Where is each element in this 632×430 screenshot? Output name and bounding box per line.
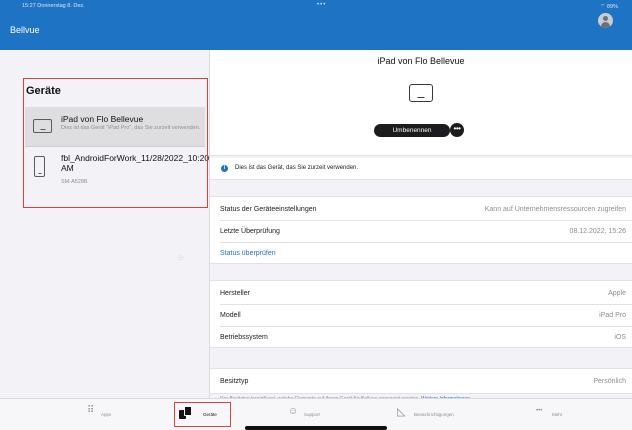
hardware-row-manufacturer: Hersteller Apple [210, 283, 632, 305]
tab-label: Benachrichtigungen [414, 412, 454, 417]
tablet-icon [409, 84, 433, 102]
multitasking-dots[interactable]: ••• [317, 2, 326, 8]
row-value: iOS [614, 334, 626, 341]
hardware-row-os: Betriebssystem iOS [210, 327, 632, 349]
device-list-item-ipad[interactable]: iPad von Flo Bellevue Dies ist das Gerät… [25, 107, 205, 146]
drag-handle-icon[interactable]: ⁘ [177, 253, 185, 264]
tab-label: Geräte [203, 412, 217, 417]
devices-icon [179, 406, 192, 419]
more-icon: ••• [536, 408, 543, 414]
hardware-group: Hersteller Apple Modell iPad Pro Betrieb… [210, 280, 632, 348]
row-label: Hersteller [220, 290, 250, 297]
device-detail-header: iPad von Flo Bellevue Umbenennen ••• [210, 50, 632, 156]
detail-header-bar [210, 12, 632, 50]
app-title: Bellvue [10, 25, 40, 35]
row-value: Apple [608, 290, 626, 297]
notifications-icon: ◺ [397, 406, 406, 418]
tab-apps[interactable]: ⠿ Apps [87, 399, 127, 427]
row-value: Persönlich [593, 378, 626, 385]
device-name: iPad von Flo Bellevue [61, 114, 144, 124]
info-icon: i [221, 165, 228, 172]
battery-indicator: ⌔ 89% [600, 3, 618, 10]
tab-support[interactable]: ☺ Support [288, 399, 338, 427]
rename-button[interactable]: Umbenennen [374, 124, 450, 137]
devices-section-title: Geräte [26, 85, 61, 97]
check-status-row[interactable]: Status überprüfen [210, 243, 632, 265]
device-model: SM-A528B [61, 179, 88, 185]
profile-avatar-icon[interactable] [598, 13, 613, 28]
apps-grid-icon: ⠿ [87, 405, 95, 416]
row-value: iPad Pro [599, 312, 626, 319]
device-detail-pane: iPad von Flo Bellevue Umbenennen ••• i D… [210, 50, 632, 402]
row-value: Kann auf Unternehmensressourcen zugreife… [484, 206, 626, 213]
tab-devices[interactable]: Geräte [179, 399, 229, 427]
ownership-group: Besitztyp Persönlich [210, 368, 632, 394]
tab-label: Apps [101, 412, 112, 417]
ownership-row: Besitztyp Persönlich [210, 371, 632, 393]
device-list-item-android[interactable]: fbl_AndroidForWork_11/28/2022_10:20 AM S… [25, 147, 210, 191]
tab-label: Mehr [552, 412, 563, 417]
support-icon: ☺ [288, 406, 299, 417]
row-label: Letzte Überprüfung [220, 228, 280, 235]
status-bar: 15:27 Donnerstag 8. Dez. ••• ⌔ 89% [0, 0, 632, 12]
wifi-icon: ⌔ [600, 4, 607, 10]
phone-icon [34, 156, 45, 177]
tablet-icon [33, 119, 52, 133]
device-detail-title: iPad von Flo Bellevue [377, 56, 465, 66]
status-group: Status der Geräteeinstellungen Kann auf … [210, 196, 632, 264]
device-description: Dies ist das Gerät "iPad Pro", das Sie z… [61, 125, 201, 131]
status-row-last-check: Letzte Überprüfung 08.12.2022, 15:26 [210, 221, 632, 243]
device-sidebar [0, 50, 210, 398]
tab-notifications[interactable]: ◺ Benachrichtigungen [397, 399, 487, 427]
row-label: Besitztyp [220, 378, 249, 385]
tab-more[interactable]: ••• Mehr [536, 399, 576, 427]
home-indicator[interactable] [245, 426, 387, 430]
tab-label: Support [304, 412, 320, 417]
more-options-button[interactable]: ••• [450, 123, 464, 137]
status-row-settings: Status der Geräteeinstellungen Kann auf … [210, 199, 632, 221]
battery-percent: 89% [606, 4, 618, 10]
check-status-link[interactable]: Status überprüfen [220, 250, 276, 257]
device-name: fbl_AndroidForWork_11/28/2022_10:20 AM [61, 153, 210, 173]
sidebar-header: Bellvue [0, 12, 210, 50]
row-label: Modell [220, 312, 241, 319]
row-label: Betriebssystem [220, 334, 268, 341]
status-time: 15:27 Donnerstag 8. Dez. [22, 3, 85, 9]
info-banner: i Dies ist das Gerät, das Sie zurzeit ve… [210, 158, 632, 180]
info-banner-text: Dies ist das Gerät, das Sie zurzeit verw… [235, 165, 359, 171]
row-label: Status der Geräteeinstellungen [220, 206, 317, 213]
hardware-row-model: Modell iPad Pro [210, 305, 632, 327]
row-value: 08.12.2022, 15:26 [569, 228, 626, 235]
